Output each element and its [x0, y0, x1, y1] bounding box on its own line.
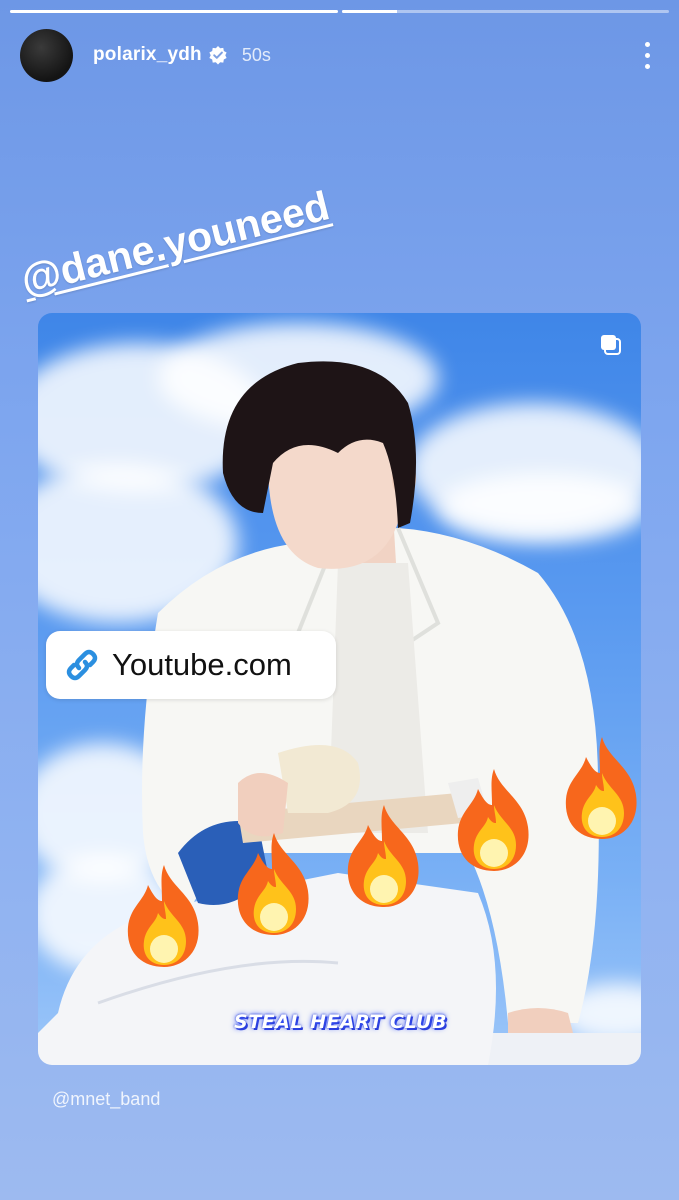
link-icon — [66, 649, 98, 681]
credit-mention[interactable]: @mnet_band — [52, 1089, 160, 1110]
verified-badge-icon — [208, 45, 228, 65]
fire-emoji-icon — [448, 765, 540, 875]
progress-fill — [10, 10, 338, 13]
multiple-posts-icon — [601, 335, 621, 355]
fire-emoji-icon — [338, 801, 430, 911]
link-sticker[interactable]: Youtube.com — [46, 631, 336, 699]
fire-emoji-icon — [228, 829, 320, 939]
story-header: polarix_ydh 50s — [20, 28, 659, 82]
progress-segment-2 — [341, 10, 669, 13]
avatar[interactable] — [20, 28, 73, 82]
mention-sticker[interactable]: @dane.youneed — [16, 182, 334, 304]
more-vertical-icon[interactable] — [635, 37, 659, 73]
progress-segment-1 — [10, 10, 338, 13]
brand-logo: STEAL HEART CLUB — [234, 1011, 447, 1033]
reshared-post[interactable]: Youtube.com STEAL HEART CLUB — [38, 313, 641, 1065]
timestamp: 50s — [241, 44, 271, 65]
fire-emoji-icon — [118, 861, 210, 971]
link-text: Youtube.com — [112, 647, 292, 682]
progress-fill — [341, 10, 398, 13]
fire-emoji-icon — [556, 733, 641, 843]
story-progress — [10, 10, 669, 14]
username[interactable]: polarix_ydh — [93, 44, 202, 66]
